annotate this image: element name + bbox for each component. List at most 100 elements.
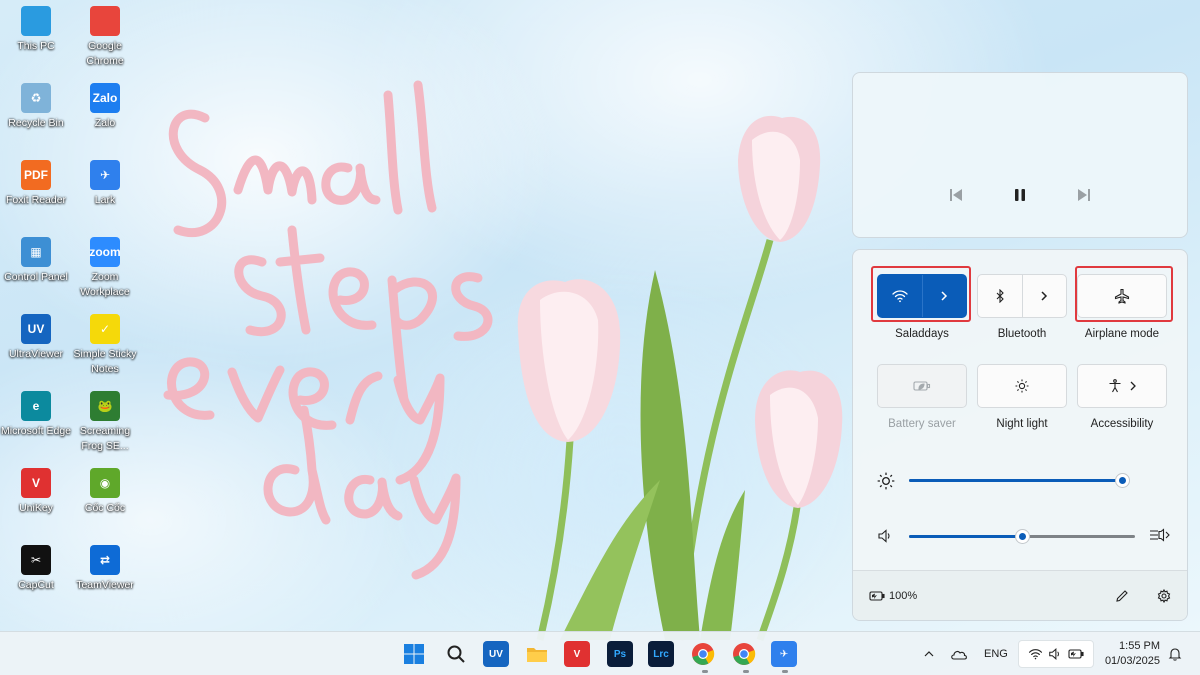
media-flyout xyxy=(852,72,1188,238)
desktop-icon-recycle-bin[interactable]: ♻ Recycle Bin xyxy=(0,83,72,131)
wallpaper-tulips xyxy=(517,115,843,642)
onedrive-cloud-icon[interactable] xyxy=(950,648,968,660)
wifi-icon xyxy=(1028,649,1042,660)
desktop-icon-label: CapCut xyxy=(18,579,54,591)
system-tray: ENG xyxy=(924,632,1008,675)
coccoc-icon: ◉ xyxy=(90,468,120,498)
desktop-icon-lark[interactable]: ✈ Lark xyxy=(69,160,141,208)
chrome-icon xyxy=(733,643,756,665)
bluetooth-toggle[interactable] xyxy=(978,275,1022,317)
desktop-icon-teamviewer[interactable]: ⇄ TeamViewer xyxy=(69,545,141,593)
desktop-icon-screaming-frog[interactable]: 🐸 Screaming Frog SE... xyxy=(69,391,141,454)
pause-icon xyxy=(1015,189,1025,201)
desktop-icon-label: Cốc Cốc xyxy=(84,502,126,514)
battery-saver-toggle[interactable] xyxy=(877,364,967,408)
desktop-icon-ultraviewer[interactable]: UV UltraViewer xyxy=(0,314,72,362)
windows-logo-icon xyxy=(404,644,424,664)
teamviewer-icon: ⇄ xyxy=(90,545,120,575)
battery-icon xyxy=(1068,649,1084,659)
desktop-icon-foxit[interactable]: PDF Foxit Reader xyxy=(0,160,72,208)
edit-pencil-icon[interactable] xyxy=(1115,589,1129,603)
battery-saver-label: Battery saver xyxy=(888,418,956,430)
quick-settings-footer: 100% xyxy=(853,570,1187,620)
taskbar-unikey[interactable]: V xyxy=(564,641,590,667)
desktop-icon-zoom[interactable]: zoom Zoom Workplace xyxy=(69,237,141,300)
desktop-icon-label: Zalo xyxy=(94,117,116,129)
desktop-icon-zalo[interactable]: Zalo Zalo xyxy=(69,83,141,131)
taskbar-file-explorer[interactable] xyxy=(524,641,550,667)
bluetooth-expand-button[interactable] xyxy=(1021,275,1067,317)
desktop-icon-edge[interactable]: e Microsoft Edge xyxy=(0,391,72,439)
desktop-icon-unikey[interactable]: V UniKey xyxy=(0,468,72,516)
zoom-icon: zoom xyxy=(89,237,121,267)
volume-slider[interactable] xyxy=(909,530,1135,543)
taskbar-chrome-1[interactable] xyxy=(690,641,716,667)
network-volume-battery-tray-button[interactable] xyxy=(1018,640,1094,668)
desktop-icon-label: Zoom Workplace xyxy=(80,271,130,298)
taskbar-ultraviewer[interactable]: UV xyxy=(483,641,509,667)
input-language-indicator[interactable]: ENG xyxy=(984,648,1008,660)
taskbar: UV V Ps Lrc ✈ ENG 1:55 PM 01/03/2025 xyxy=(0,631,1200,675)
zalo-icon: Zalo xyxy=(90,83,120,113)
taskbar-lightroom[interactable]: Lrc xyxy=(648,641,674,667)
foxit-icon: PDF xyxy=(21,160,51,190)
chevron-right-icon xyxy=(1041,291,1048,301)
desktop-icon-label: Screaming Frog SE... xyxy=(79,425,131,452)
desktop-icon-chrome[interactable]: Google Chrome xyxy=(69,6,141,69)
desktop-icon-label: Control Panel xyxy=(4,271,68,283)
next-track-button[interactable] xyxy=(1074,185,1094,205)
desktop-icon-label: TeamViewer xyxy=(76,579,134,591)
taskbar-clock[interactable]: 1:55 PM 01/03/2025 xyxy=(1098,639,1160,669)
desktop-icon-label: UniKey xyxy=(19,502,53,514)
ultraviewer-icon: UV xyxy=(21,314,51,344)
brightness-icon xyxy=(1015,379,1029,393)
desktop-icon-label: Recycle Bin xyxy=(8,117,64,129)
accessibility-toggle[interactable] xyxy=(1077,364,1167,408)
clock-date: 01/03/2025 xyxy=(1104,655,1160,667)
desktop-icon-monitor[interactable]: This PC xyxy=(0,6,72,54)
taskbar-photoshop-glyph: Ps xyxy=(613,648,627,660)
search-button[interactable] xyxy=(443,641,469,667)
desktop-icon-label: UltraViewer xyxy=(8,348,64,360)
pause-button[interactable] xyxy=(1010,185,1030,205)
taskbar-chrome-2[interactable] xyxy=(731,641,757,667)
control-panel-icon: ▦ xyxy=(21,237,51,267)
brightness-slider[interactable] xyxy=(909,474,1130,487)
volume-slider-thumb[interactable] xyxy=(1015,530,1029,543)
desktop-icon-sticky-notes[interactable]: ✓ Simple Sticky Notes xyxy=(69,314,141,377)
airplane-highlight xyxy=(1075,266,1173,322)
brightness-slider-fill xyxy=(909,479,1123,482)
taskbar-lark[interactable]: ✈ xyxy=(771,641,797,667)
wifi-label: Saladdays xyxy=(895,328,949,340)
desktop-icon-label: Foxit Reader xyxy=(5,194,67,206)
running-app-indicator xyxy=(702,670,708,673)
monitor-icon xyxy=(21,6,51,36)
desktop-icon-coccoc[interactable]: ◉ Cốc Cốc xyxy=(69,468,141,516)
taskbar-photoshop[interactable]: Ps xyxy=(607,641,633,667)
search-icon xyxy=(447,645,465,663)
night-light-toggle[interactable] xyxy=(977,364,1067,408)
previous-track-button[interactable] xyxy=(946,185,966,205)
desktop-icon-capcut[interactable]: ✂ CapCut xyxy=(0,545,72,593)
wallpaper-script-lettering xyxy=(163,80,493,580)
brightness-slider-thumb[interactable] xyxy=(1116,474,1130,487)
show-hidden-icons-chevron-icon[interactable] xyxy=(924,649,934,659)
edge-icon: e xyxy=(21,391,51,421)
bluetooth-icon xyxy=(996,289,1004,303)
start-button[interactable] xyxy=(401,641,427,667)
taskbar-lightroom-glyph: Lrc xyxy=(653,648,669,660)
settings-gear-icon[interactable] xyxy=(1157,588,1171,603)
audio-output-select-icon[interactable] xyxy=(1149,527,1171,543)
media-controls xyxy=(853,185,1187,205)
notification-bell-icon[interactable] xyxy=(1168,647,1182,661)
accessibility-label: Accessibility xyxy=(1090,418,1154,430)
accessibility-icon xyxy=(1109,379,1121,393)
brightness-slider-icon xyxy=(877,472,895,490)
speaker-icon xyxy=(1049,648,1060,660)
desktop-icon-label: Google Chrome xyxy=(86,40,124,67)
battery-icon xyxy=(869,590,885,601)
quick-settings-panel: Saladdays Bluetooth Airplane mode Batter… xyxy=(852,249,1188,621)
chrome-icon xyxy=(90,6,120,36)
volume-icon[interactable] xyxy=(877,528,893,544)
desktop-icon-control-panel[interactable]: ▦ Control Panel xyxy=(0,237,72,285)
